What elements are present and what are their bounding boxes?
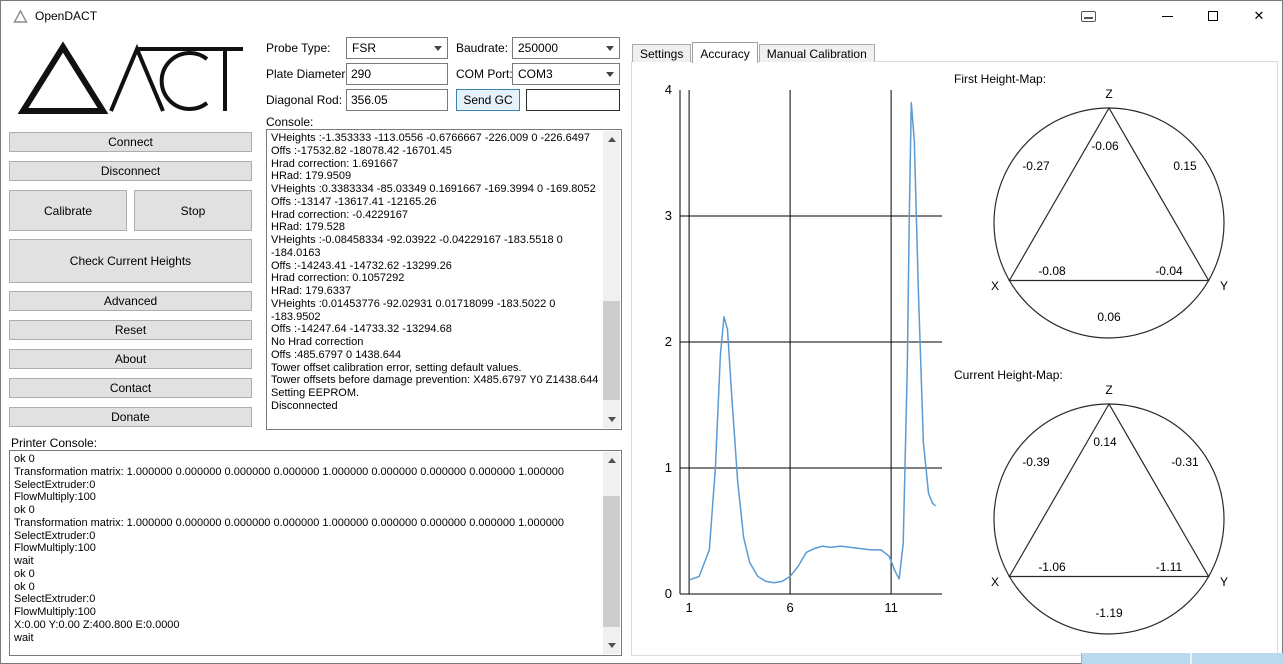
svg-text:Y: Y [1220,279,1228,293]
console-label: Console: [266,115,313,129]
maximize-button[interactable] [1190,1,1236,31]
com-port-select[interactable]: COM3 [512,63,620,85]
svg-text:11: 11 [884,600,898,615]
tab-strip: Settings Accuracy Manual Calibration [632,42,876,62]
title-bar[interactable]: OpenDACT ✕ [1,1,1282,31]
connect-button[interactable]: Connect [9,132,252,152]
window-title: OpenDACT [35,9,97,23]
svg-text:-0.27: -0.27 [1022,159,1050,173]
tab-settings[interactable]: Settings [632,44,691,62]
arrow-down-icon [608,417,616,422]
touch-keyboard-icon[interactable] [1081,11,1096,22]
svg-text:1: 1 [685,600,692,615]
console-output[interactable]: VHeights :-1.353333 -113.0556 -0.6766667… [266,129,622,430]
arrow-up-icon [608,458,616,463]
printer-console-scrollbar[interactable] [603,452,620,654]
diagonal-rod-input[interactable] [346,89,448,111]
check-current-heights-button[interactable]: Check Current Heights [9,239,252,283]
svg-text:4: 4 [665,82,672,97]
disconnect-button[interactable]: Disconnect [9,161,252,181]
com-port-label: COM Port: [456,67,513,81]
app-logo-icon [13,9,28,24]
svg-text:Y: Y [1220,575,1228,589]
svg-text:-0.31: -0.31 [1171,455,1199,469]
first-height-map: Z X Y -0.06 -0.27 0.15 -0.08 -0.04 0.06 [984,78,1234,348]
svg-text:-1.19: -1.19 [1095,606,1123,620]
send-gc-button[interactable]: Send GC [456,89,520,111]
svg-text:2: 2 [665,334,672,349]
svg-text:0: 0 [665,586,672,601]
svg-text:0.14: 0.14 [1093,435,1117,449]
plate-diameter-input[interactable] [346,63,448,85]
plate-diameter-label: Plate Diameter: [266,67,349,81]
scroll-up-button[interactable] [603,131,620,148]
svg-text:-1.06: -1.06 [1038,560,1066,574]
svg-text:3: 3 [665,208,672,223]
about-button[interactable]: About [9,349,252,369]
scroll-thumb[interactable] [603,301,620,401]
close-button[interactable]: ✕ [1236,1,1282,31]
svg-text:Z: Z [1105,383,1112,397]
svg-text:-0.39: -0.39 [1022,455,1050,469]
chevron-down-icon [601,38,619,58]
svg-text:Z: Z [1105,87,1112,101]
minimize-button[interactable] [1144,1,1190,31]
reset-button[interactable]: Reset [9,320,252,340]
gcode-input[interactable] [526,89,620,111]
diagonal-rod-label: Diagonal Rod: [266,93,342,107]
svg-text:0.06: 0.06 [1097,310,1121,324]
app-window: OpenDACT ✕ Connect Disconnect Calibrate … [0,0,1283,664]
arrow-up-icon [608,137,616,142]
contact-button[interactable]: Contact [9,378,252,398]
svg-text:1: 1 [665,460,672,475]
svg-text:6: 6 [786,600,793,615]
chevron-down-icon [601,64,619,84]
current-height-map: Z X Y 0.14 -0.39 -0.31 -1.06 -1.11 -1.19 [984,374,1234,644]
svg-text:-1.11: -1.11 [1156,560,1183,574]
calibrate-button[interactable]: Calibrate [9,190,127,231]
advanced-button[interactable]: Advanced [9,291,252,311]
close-icon: ✕ [1254,8,1265,24]
background-window-fragment [1081,653,1283,664]
donate-button[interactable]: Donate [9,407,252,427]
arrow-down-icon [608,643,616,648]
svg-text:-0.06: -0.06 [1091,139,1119,153]
maximize-icon [1208,11,1218,21]
probe-type-select[interactable]: FSR [346,37,448,59]
svg-text:X: X [991,575,999,589]
scroll-down-button[interactable] [603,637,620,654]
probe-type-label: Probe Type: [266,41,331,55]
opendact-logo [11,37,249,119]
scroll-down-button[interactable] [603,411,620,428]
console-scrollbar[interactable] [603,131,620,428]
tab-accuracy[interactable]: Accuracy [692,42,757,63]
svg-text:X: X [991,279,999,293]
svg-text:-0.08: -0.08 [1038,264,1066,278]
minimize-icon [1162,16,1173,17]
printer-console-label: Printer Console: [11,436,97,450]
baudrate-select[interactable]: 250000 [512,37,620,59]
printer-console-output[interactable]: ok 0 Transformation matrix: 1.000000 0.0… [9,450,622,656]
baudrate-label: Baudrate: [456,41,508,55]
accuracy-chart: 012341611 [642,82,952,622]
svg-text:0.15: 0.15 [1173,159,1197,173]
chevron-down-icon [429,38,447,58]
tab-manual-calibration[interactable]: Manual Calibration [759,44,875,62]
accuracy-tab-page: 012341611 First Height-Map: Z X Y -0.06 … [631,61,1278,656]
scroll-thumb[interactable] [603,496,620,627]
svg-text:-0.04: -0.04 [1155,264,1183,278]
scroll-up-button[interactable] [603,452,620,469]
stop-button[interactable]: Stop [134,190,252,231]
